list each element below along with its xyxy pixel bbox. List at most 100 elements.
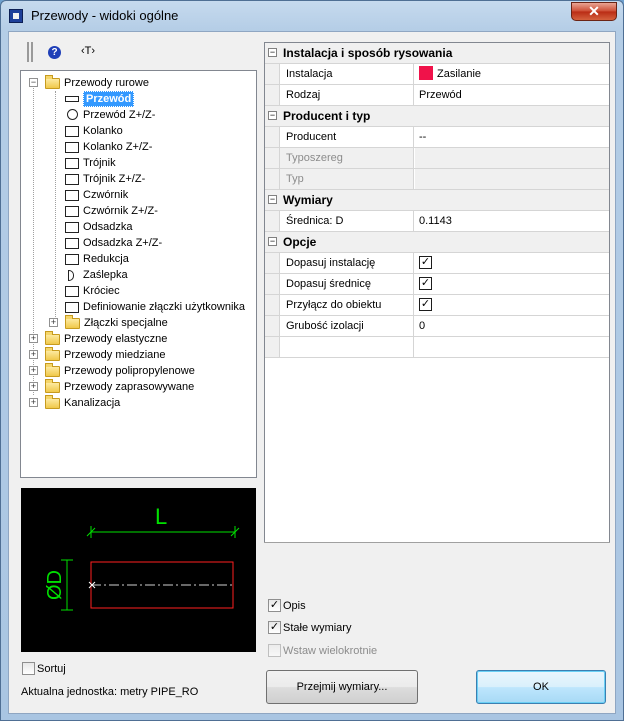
prop-instalacja[interactable]: Instalacja Zasilanie (265, 64, 609, 85)
expand-icon[interactable]: + (29, 334, 38, 343)
prop-producent[interactable]: Producent -- (265, 127, 609, 148)
expand-icon[interactable]: + (29, 382, 38, 391)
tree-item-label: Czwórnik Z+/Z- (83, 205, 158, 217)
category-label: Opcje (283, 235, 317, 249)
prop-name: Przyłącz do obiektu (279, 295, 414, 315)
opis-checkbox[interactable]: ✓ (268, 599, 281, 612)
tree-item-label: Kolanko (83, 125, 123, 137)
tree-node-label: Przewody elastyczne (64, 333, 168, 345)
expand-icon[interactable]: + (29, 398, 38, 407)
collapse-icon[interactable]: − (268, 237, 277, 246)
category-wymiary[interactable]: − Wymiary (265, 190, 609, 211)
cross-vertical-icon (65, 206, 79, 217)
folder-icon (45, 75, 60, 89)
elbow-vertical-icon (65, 142, 79, 153)
prop-value-srednica[interactable]: 0.1143 (415, 211, 609, 231)
dopasuj-instalacje-checkbox[interactable]: ✓ (419, 255, 432, 269)
tree-node-label: Złączki specjalne (84, 317, 168, 329)
prop-value-instalacja[interactable]: Zasilanie (415, 64, 609, 84)
tree-item-label: Przewód (83, 91, 135, 107)
app-icon (9, 9, 23, 23)
pipe-icon (65, 96, 79, 102)
toolbar-grip-icon (27, 42, 33, 62)
custom-fitting-icon (65, 302, 79, 313)
collapse-icon[interactable]: − (268, 48, 277, 57)
tree-node-label: Przewody polipropylenowe (64, 365, 195, 377)
prop-rodzaj[interactable]: Rodzaj Przewód (265, 85, 609, 106)
folder-icon (45, 347, 60, 361)
prop-srednica[interactable]: Średnica: D 0.1143 (265, 211, 609, 232)
tree-item-label: Czwórnik (83, 189, 129, 201)
category-label: Instalacja i sposób rysowania (283, 46, 453, 60)
color-swatch (419, 66, 433, 81)
tree-item-label: Króciec (83, 285, 120, 297)
property-grid[interactable]: − Instalacja i sposób rysowania Instalac… (264, 42, 610, 592)
dopasuj-srednice-checkbox[interactable]: ✓ (419, 276, 432, 290)
przylacz-checkbox[interactable]: ✓ (419, 297, 432, 311)
stub-icon (65, 286, 79, 297)
prop-przylacz[interactable]: Przyłącz do obiektu ✓ (265, 295, 609, 316)
dialog-window: Przewody - widoki ogólne ✕ ? ‹T› − Przew… (0, 0, 624, 721)
prop-name: Grubość izolacji (279, 316, 414, 336)
stale-wymiary-label: Stałe wymiary (283, 622, 352, 634)
sortuj-checkbox[interactable] (22, 662, 35, 675)
offset-icon (65, 222, 79, 233)
close-button[interactable]: ✕ (571, 2, 617, 21)
collapse-icon[interactable]: − (268, 111, 277, 120)
title-bar[interactable]: Przewody - widoki ogólne ✕ (1, 1, 623, 31)
wstaw-wielokrotnie-label: Wstaw wielokrotnie (283, 645, 378, 657)
tree-node-label: Przewody miedziane (64, 349, 166, 361)
przejmij-wymiary-button[interactable]: Przejmij wymiary... (266, 670, 418, 704)
stale-wymiary-checkbox[interactable]: ✓ (268, 621, 281, 634)
expand-icon[interactable]: + (29, 350, 38, 359)
collapse-icon[interactable]: − (268, 195, 277, 204)
help-icon[interactable]: ? (48, 46, 61, 59)
value-text: Zasilanie (437, 68, 482, 80)
folder-icon (65, 315, 80, 329)
prop-dopasuj-instalacje[interactable]: Dopasuj instalację ✓ (265, 253, 609, 274)
prop-name: Dopasuj średnicę (279, 274, 414, 294)
category-instalacja[interactable]: − Instalacja i sposób rysowania (265, 43, 609, 64)
reducer-icon (65, 254, 79, 265)
folder-icon (45, 395, 60, 409)
prop-name: Dopasuj instalację (279, 253, 414, 273)
offset-vertical-icon (65, 238, 79, 249)
tree-node-label: Przewody rurowe (64, 77, 149, 89)
category-label: Producent i typ (283, 109, 371, 123)
folder-icon (45, 363, 60, 377)
text-style-icon[interactable]: ‹T› (81, 45, 95, 57)
prop-dopasuj-srednice[interactable]: Dopasuj średnicę ✓ (265, 274, 609, 295)
tee-vertical-icon (65, 174, 79, 185)
ok-button[interactable]: OK (476, 670, 606, 704)
tree-node-label: Przewody zaprasowywane (64, 381, 195, 393)
window-title: Przewody - widoki ogólne (31, 8, 179, 23)
prop-value-producent[interactable]: -- (415, 127, 609, 147)
tree-node-label: Kanalizacja (64, 397, 121, 409)
elbow-icon (65, 126, 79, 137)
expand-icon[interactable]: + (29, 366, 38, 375)
prop-name: Instalacja (279, 64, 414, 84)
prop-value-grubosc[interactable]: 0 (415, 316, 609, 336)
category-opcje[interactable]: − Opcje (265, 232, 609, 253)
tree-item-label: Odsadzka (83, 221, 133, 233)
tree-item-label: Zaślepka (83, 269, 128, 281)
prop-value-typoszereg (415, 148, 609, 168)
tree-item-label: Przewód Z+/Z- (83, 109, 156, 121)
dim-label-D: ØD (44, 570, 66, 600)
expand-icon[interactable]: + (49, 318, 58, 327)
component-tree[interactable]: − Przewody rurowe Przewód Przewód Z+/Z- … (20, 70, 257, 478)
prop-name: Producent (279, 127, 414, 147)
tree-item-label: Odsadzka Z+/Z- (83, 237, 163, 249)
unit-status: Aktualna jednostka: metry PIPE_RO (21, 686, 199, 698)
prop-name: Typoszereg (279, 148, 414, 168)
opis-label: Opis (283, 600, 306, 612)
prop-value-rodzaj[interactable]: Przewód (415, 85, 609, 105)
tee-icon (65, 158, 79, 169)
collapse-icon[interactable]: − (29, 78, 38, 87)
prop-grubosc-izolacji[interactable]: Grubość izolacji 0 (265, 316, 609, 337)
category-producent[interactable]: − Producent i typ (265, 106, 609, 127)
cross-icon (65, 190, 79, 201)
prop-value-typ (415, 169, 609, 189)
tree-item-label: Definiowanie złączki użytkownika (83, 301, 246, 313)
sortuj-label: Sortuj (37, 663, 66, 675)
